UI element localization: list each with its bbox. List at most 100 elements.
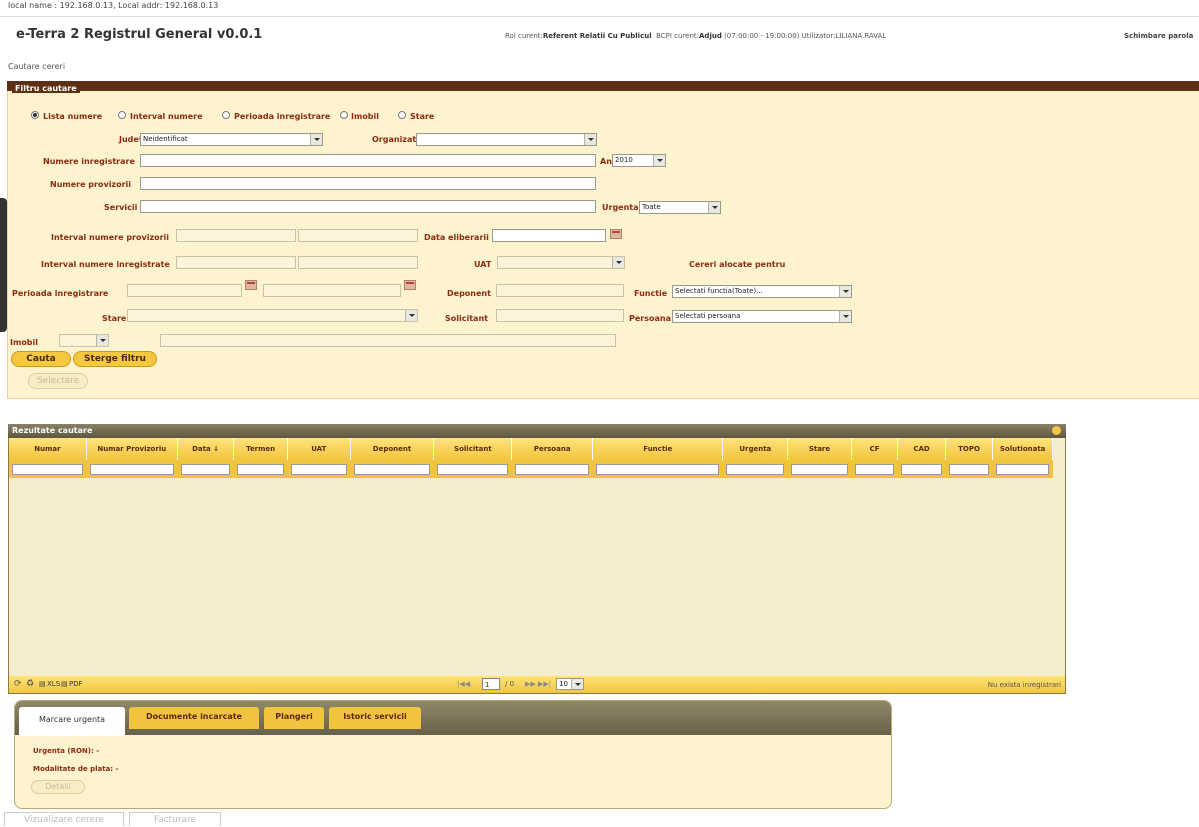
column-filter-input[interactable]: [948, 463, 990, 475]
radio-imobil-label: Imobil: [351, 112, 380, 121]
tab-documente-incarcate[interactable]: Documente incarcate: [129, 707, 259, 729]
deponent-input[interactable]: [496, 284, 624, 297]
tab-plangeri[interactable]: Plangeri: [264, 707, 324, 729]
imobil-select[interactable]: [59, 334, 109, 347]
functie-select[interactable]: Selectati functia(Toate)...: [672, 285, 852, 298]
radio-stare[interactable]: [398, 111, 406, 119]
column-filter-input[interactable]: [353, 463, 431, 475]
bcpi-value: Adjud: [699, 32, 722, 40]
servicii-label: Servicii: [104, 203, 138, 212]
page-input[interactable]: 1: [482, 678, 500, 690]
first-page-icon[interactable]: |◀◀: [457, 680, 470, 688]
export-pdf-label[interactable]: PDF: [69, 680, 83, 688]
change-password-link[interactable]: Schimbare parola: [1124, 32, 1193, 40]
perioada-from-input[interactable]: [127, 284, 242, 297]
column-filter-input[interactable]: [901, 463, 942, 475]
chevron-down-icon: [571, 679, 583, 689]
column-header[interactable]: UAT: [287, 438, 351, 460]
side-resize-handle[interactable]: [0, 198, 7, 332]
radio-imobil[interactable]: [340, 111, 348, 119]
an-value: 2010: [615, 156, 633, 164]
column-header[interactable]: Termen: [233, 438, 288, 460]
functie-label: Functie: [634, 289, 668, 298]
reset-icon[interactable]: ♻: [26, 679, 34, 689]
column-filter-input[interactable]: [237, 463, 284, 475]
calendar-icon[interactable]: [404, 280, 416, 290]
radio-perioada-inregistrare[interactable]: [222, 111, 230, 119]
export-xls-label[interactable]: XLS: [47, 680, 60, 688]
column-header[interactable]: Numar Provizoriu: [86, 438, 178, 460]
column-header[interactable]: Solicitant: [433, 438, 513, 460]
tab-istoric-servicii[interactable]: Istoric servicii: [329, 707, 421, 729]
stare-select[interactable]: [127, 309, 418, 322]
imobil-label: Imobil: [10, 338, 39, 347]
column-filter-input[interactable]: [89, 463, 174, 475]
interval-inregistrate-to[interactable]: [298, 256, 418, 269]
judet-select[interactable]: Neidentificat: [140, 133, 323, 146]
next-page-icon[interactable]: ▶▶ ▶▶|: [525, 680, 551, 688]
export-pdf-icon[interactable]: ▤: [61, 680, 68, 688]
column-header[interactable]: CF: [851, 438, 899, 460]
solicitant-input[interactable]: [496, 309, 624, 322]
column-header[interactable]: CAD: [897, 438, 946, 460]
servicii-input[interactable]: [140, 200, 596, 213]
calendar-icon[interactable]: [245, 280, 257, 290]
data-eliberarii-input[interactable]: [492, 229, 606, 242]
collapse-icon[interactable]: [1052, 426, 1061, 435]
column-filter-cell: [992, 460, 1053, 478]
column-header[interactable]: Deponent: [350, 438, 435, 460]
chevron-down-icon: [612, 257, 624, 268]
column-filter-input[interactable]: [515, 463, 590, 475]
refresh-icon[interactable]: ⟳: [14, 679, 22, 689]
column-filter-input[interactable]: [996, 463, 1049, 475]
column-header[interactable]: Numar: [9, 438, 87, 460]
selectare-button[interactable]: Selectare: [28, 373, 88, 389]
column-filter-input[interactable]: [854, 463, 895, 475]
numere-provizorii-input[interactable]: [140, 177, 596, 190]
persoana-select[interactable]: Selectati persoana: [672, 310, 852, 323]
column-filter-input[interactable]: [726, 463, 785, 475]
an-select[interactable]: 2010: [612, 154, 666, 167]
urgenta-select[interactable]: Toate: [639, 201, 721, 214]
column-filter-input[interactable]: [12, 463, 83, 475]
perioada-to-input[interactable]: [263, 284, 401, 297]
calendar-icon[interactable]: [610, 229, 622, 239]
sterge-filtru-button[interactable]: Sterge filtru: [73, 351, 157, 367]
column-header[interactable]: TOPO: [945, 438, 994, 460]
interval-provizorii-to[interactable]: [298, 229, 418, 242]
functie-value: Selectati functia(Toate)...: [675, 287, 763, 295]
results-header-row: Numar Numar Provizoriu Data ↓ Termen UAT Depo…: [9, 438, 1053, 460]
column-header[interactable]: Data ↓: [177, 438, 235, 460]
chevron-down-icon: [653, 155, 665, 166]
detalii-button[interactable]: Detalii: [31, 780, 85, 794]
urgenta-label: Urgenta: [602, 203, 639, 212]
column-filter-input[interactable]: [437, 463, 509, 475]
tab-marcare-urgenta[interactable]: Marcare urgenta: [19, 707, 125, 736]
interval-provizorii-from[interactable]: [176, 229, 296, 242]
export-xls-icon[interactable]: ▤: [39, 680, 46, 688]
column-filter-cell: [511, 460, 594, 478]
column-filter-input[interactable]: [180, 463, 231, 475]
empty-text: Nu exista inregistrari: [987, 681, 1061, 689]
radio-lista-numere[interactable]: [31, 111, 39, 119]
column-header[interactable]: Functie: [592, 438, 724, 460]
column-filter-input[interactable]: [290, 463, 347, 475]
column-header[interactable]: Solutionata: [992, 438, 1053, 460]
interval-inregistrate-from[interactable]: [176, 256, 296, 269]
cauta-button[interactable]: Cauta: [11, 351, 71, 367]
imobil-input[interactable]: [160, 334, 616, 347]
bcpi-hours: (07:00:00 - 19:00:00): [724, 32, 800, 40]
column-filter-cell: [897, 460, 946, 478]
filter-legend: Filtru cautare: [12, 84, 80, 93]
column-header[interactable]: Urgenta: [722, 438, 789, 460]
page-size-select[interactable]: 10: [556, 678, 584, 690]
column-filter-input[interactable]: [791, 463, 848, 475]
column-header[interactable]: Persoana: [511, 438, 594, 460]
uat-select[interactable]: [497, 256, 625, 269]
column-filter-input[interactable]: [596, 463, 720, 475]
urgenta-ron-label: Urgenta (RON): -: [33, 747, 100, 755]
organizatie-select[interactable]: [416, 133, 597, 146]
column-header[interactable]: Stare: [787, 438, 852, 460]
numere-inregistrare-input[interactable]: [140, 154, 596, 167]
radio-interval-numere[interactable]: [118, 111, 126, 119]
